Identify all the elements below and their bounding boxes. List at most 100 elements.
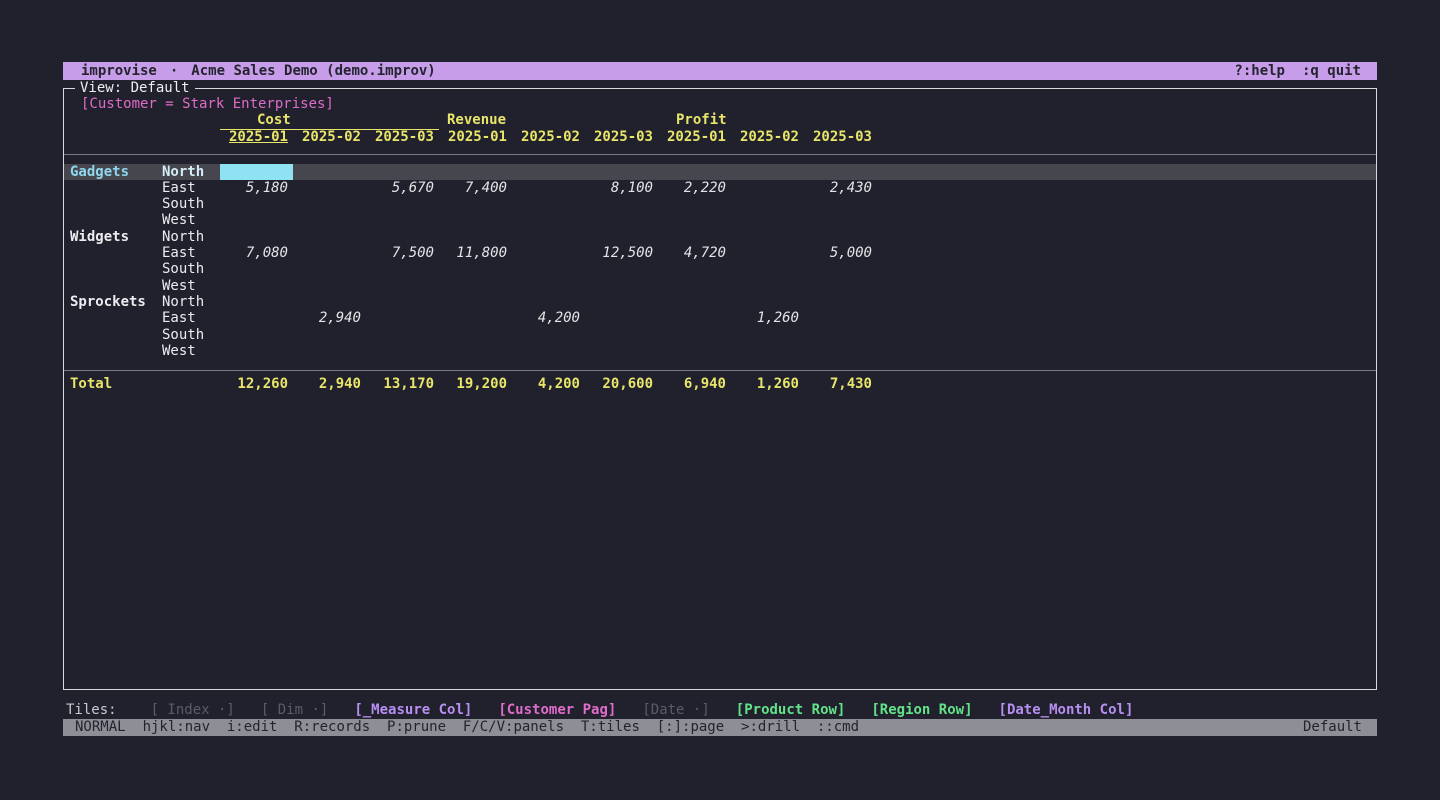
value-cell[interactable]: 4,720 (658, 245, 731, 261)
value-cell[interactable] (731, 180, 804, 196)
tile[interactable]: [Customer Pag] (498, 702, 616, 719)
value-cell[interactable] (220, 164, 293, 180)
value-cell[interactable] (658, 310, 731, 326)
value-cell[interactable] (585, 343, 658, 359)
value-cell[interactable] (804, 343, 877, 359)
value-cell[interactable] (439, 164, 512, 180)
value-cell[interactable] (804, 310, 877, 326)
value-cell[interactable] (512, 327, 585, 343)
table-row[interactable]: Gadgets North (64, 164, 1376, 180)
table-row[interactable]: Sprockets North (64, 294, 1376, 310)
value-cell[interactable] (585, 212, 658, 228)
value-cell[interactable] (220, 327, 293, 343)
month-col-header[interactable]: 2025-01 (439, 129, 512, 145)
value-cell[interactable] (731, 343, 804, 359)
value-cell[interactable]: 5,000 (804, 245, 877, 261)
table-row[interactable]: West (64, 343, 1376, 359)
table-row[interactable]: South (64, 196, 1376, 212)
month-col-header[interactable]: 2025-01 (658, 129, 731, 145)
value-cell[interactable]: 11,800 (439, 245, 512, 261)
value-cell[interactable] (220, 196, 293, 212)
value-cell[interactable] (731, 245, 804, 261)
value-cell[interactable] (804, 164, 877, 180)
value-cell[interactable]: 2,940 (293, 310, 366, 326)
tile[interactable]: [Product Row] (736, 702, 846, 719)
value-cell[interactable] (804, 229, 877, 245)
table-row[interactable]: West (64, 278, 1376, 294)
value-cell[interactable] (439, 310, 512, 326)
value-cell[interactable] (439, 327, 512, 343)
value-cell[interactable] (439, 294, 512, 310)
measure-group-cost[interactable]: Cost (220, 112, 439, 129)
value-cell[interactable] (512, 196, 585, 212)
table-row[interactable]: South (64, 327, 1376, 343)
value-cell[interactable] (220, 278, 293, 294)
value-cell[interactable] (366, 212, 439, 228)
month-col-header[interactable]: 2025-03 (366, 129, 439, 145)
value-cell[interactable] (585, 310, 658, 326)
value-cell[interactable] (439, 212, 512, 228)
value-cell[interactable]: 7,500 (366, 245, 439, 261)
value-cell[interactable] (366, 343, 439, 359)
value-cell[interactable] (804, 261, 877, 277)
value-cell[interactable] (220, 343, 293, 359)
value-cell[interactable] (293, 343, 366, 359)
value-cell[interactable] (512, 180, 585, 196)
value-cell[interactable] (731, 327, 804, 343)
value-cell[interactable] (293, 164, 366, 180)
value-cell[interactable] (804, 196, 877, 212)
value-cell[interactable]: 5,670 (366, 180, 439, 196)
value-cell[interactable] (804, 294, 877, 310)
value-cell[interactable] (804, 278, 877, 294)
value-cell[interactable]: 1,260 (731, 310, 804, 326)
value-cell[interactable] (512, 294, 585, 310)
table-row[interactable]: East 7,080 7,500 11,800 12,500 4,720 5,0… (64, 245, 1376, 261)
value-cell[interactable] (366, 229, 439, 245)
value-cell[interactable] (439, 196, 512, 212)
measure-group-revenue[interactable]: Revenue (439, 112, 658, 129)
value-cell[interactable] (585, 261, 658, 277)
value-cell[interactable] (293, 229, 366, 245)
value-cell[interactable] (731, 278, 804, 294)
value-cell[interactable] (293, 261, 366, 277)
value-cell[interactable]: 2,220 (658, 180, 731, 196)
value-cell[interactable] (658, 196, 731, 212)
value-cell[interactable] (293, 212, 366, 228)
value-cell[interactable]: 12,500 (585, 245, 658, 261)
tile[interactable]: [Date_Month Col] (999, 702, 1134, 719)
value-cell[interactable] (585, 196, 658, 212)
value-cell[interactable] (512, 164, 585, 180)
value-cell[interactable] (293, 294, 366, 310)
value-cell[interactable] (512, 278, 585, 294)
value-cell[interactable] (293, 278, 366, 294)
value-cell[interactable] (366, 196, 439, 212)
value-cell[interactable] (220, 294, 293, 310)
month-col-header[interactable]: 2025-03 (804, 129, 877, 145)
value-cell[interactable] (439, 278, 512, 294)
tile[interactable]: [ Index ·] (151, 702, 235, 719)
value-cell[interactable] (366, 327, 439, 343)
value-cell[interactable] (731, 164, 804, 180)
value-cell[interactable] (585, 294, 658, 310)
value-cell[interactable] (220, 261, 293, 277)
value-cell[interactable] (658, 212, 731, 228)
table-row[interactable]: West (64, 212, 1376, 228)
tile[interactable]: [Date ·] (642, 702, 709, 719)
value-cell[interactable] (293, 327, 366, 343)
value-cell[interactable] (585, 278, 658, 294)
month-col-header[interactable]: 2025-02 (512, 129, 585, 145)
value-cell[interactable] (731, 196, 804, 212)
value-cell[interactable] (658, 343, 731, 359)
value-cell[interactable] (439, 229, 512, 245)
table-row[interactable]: East 5,180 5,670 7,400 8,100 2,220 2,430 (64, 180, 1376, 196)
value-cell[interactable] (293, 245, 366, 261)
table-row[interactable]: South (64, 261, 1376, 277)
value-cell[interactable] (585, 164, 658, 180)
value-cell[interactable] (439, 343, 512, 359)
filter-badge[interactable]: [Customer = Stark Enterprises] (81, 96, 1376, 112)
value-cell[interactable] (731, 229, 804, 245)
value-cell[interactable]: 5,180 (220, 180, 293, 196)
value-cell[interactable] (366, 164, 439, 180)
value-cell[interactable]: 8,100 (585, 180, 658, 196)
month-col-header[interactable]: 2025-01 (220, 129, 293, 145)
